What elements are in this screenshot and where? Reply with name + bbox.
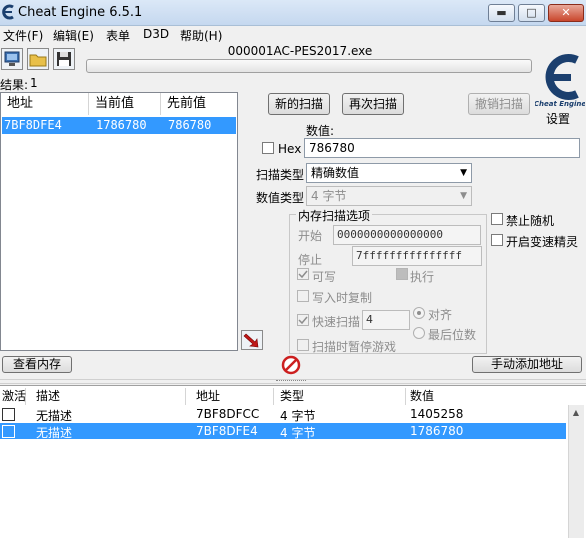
address-row[interactable]: 无描述 7BF8DFCC 4 字节 1405258: [0, 406, 566, 423]
column-header-address[interactable]: 地址: [186, 388, 274, 405]
menu-d3d[interactable]: D3D: [143, 27, 169, 41]
column-header-current-value[interactable]: 当前值: [89, 93, 161, 115]
splitter-grip: [276, 380, 306, 383]
scan-type-value: 精确数值: [311, 166, 360, 180]
new-scan-button[interactable]: 新的扫描: [268, 93, 330, 115]
next-scan-button[interactable]: 再次扫描: [342, 93, 404, 115]
save-button[interactable]: [53, 48, 75, 70]
row-type: 4 字节: [280, 409, 316, 423]
alignment-label: 对齐: [428, 308, 453, 322]
close-button[interactable]: ✕: [548, 4, 584, 22]
menu-help[interactable]: 帮助(H): [180, 27, 222, 44]
fast-scan-label: 快速扫描: [312, 315, 361, 329]
add-address-manually-button[interactable]: 手动添加地址: [472, 356, 582, 373]
speedhack-label: 开启变速精灵: [506, 235, 579, 249]
red-arrow-icon: [243, 333, 259, 348]
dropdown-arrow-icon: ▼: [460, 168, 467, 178]
fast-scan-alignment-field[interactable]: 4: [362, 310, 410, 330]
column-header-description[interactable]: 描述: [26, 388, 186, 405]
result-previous-value: 786780: [168, 118, 212, 132]
last-digits-label: 最后位数: [428, 328, 477, 342]
window-title: Cheat Engine 6.5.1: [18, 5, 143, 20]
scan-type-select[interactable]: 精确数值 ▼: [306, 163, 472, 183]
column-header-active[interactable]: 激活: [0, 388, 26, 405]
row-value: 1405258: [410, 407, 464, 421]
active-checkbox[interactable]: [2, 425, 15, 438]
maximize-button[interactable]: □: [518, 4, 545, 22]
hex-label: Hex: [278, 142, 302, 156]
executable-label: 执行: [410, 270, 435, 284]
value-type-label: 数值类型: [256, 191, 305, 205]
last-digits-radio[interactable]: [413, 327, 425, 339]
column-header-type[interactable]: 类型: [274, 388, 406, 405]
menu-edit[interactable]: 编辑(E): [53, 27, 94, 44]
address-row-selected[interactable]: 无描述 7BF8DFE4 4 字节 1786780: [0, 423, 566, 440]
alignment-radio[interactable]: [413, 307, 425, 319]
open-process-button[interactable]: [1, 48, 23, 70]
active-checkbox[interactable]: [2, 408, 15, 421]
writable-label: 可写: [312, 270, 337, 284]
fast-scan-checkbox[interactable]: [297, 314, 309, 326]
hex-checkbox[interactable]: [262, 142, 274, 154]
value-label: 数值:: [306, 124, 335, 138]
scroll-up-arrow-icon[interactable]: ▲: [569, 406, 583, 420]
undo-scan-button[interactable]: 撤销扫描: [468, 93, 530, 115]
checkmark-icon: [298, 270, 308, 279]
memory-scan-options-title: 内存扫描选项: [296, 207, 373, 224]
row-description: 无描述: [36, 409, 73, 423]
column-header-address[interactable]: 地址: [1, 93, 89, 115]
view-memory-button[interactable]: 查看内存: [2, 356, 72, 373]
speedhack-checkbox[interactable]: [491, 234, 503, 246]
row-description: 无描述: [36, 426, 73, 440]
result-address: 7BF8DFE4: [4, 118, 62, 132]
value-type-value: 4 字节: [311, 189, 347, 203]
pause-game-checkbox[interactable]: [297, 339, 309, 351]
scan-type-label: 扫描类型: [256, 168, 305, 182]
copy-on-write-label: 写入时复制: [312, 291, 373, 305]
cheat-engine-logo[interactable]: Cheat Engine: [535, 48, 585, 110]
settings-label[interactable]: 设置: [546, 110, 570, 127]
logo-text: Cheat Engine: [535, 100, 585, 108]
stop-address-label: 停止: [298, 253, 323, 267]
menu-table[interactable]: 表单: [106, 27, 130, 44]
writable-checkbox[interactable]: [297, 268, 309, 280]
vertical-scrollbar[interactable]: [568, 405, 584, 538]
copy-on-write-checkbox[interactable]: [297, 290, 309, 302]
stop-address-field[interactable]: 7fffffffffffffff: [352, 246, 482, 266]
add-to-list-button[interactable]: [241, 330, 263, 350]
result-count-label: 结果:: [0, 78, 29, 92]
column-header-value[interactable]: 数值: [406, 388, 568, 405]
open-file-button[interactable]: [27, 48, 49, 70]
row-type: 4 字节: [280, 426, 316, 440]
start-address-label: 开始: [298, 229, 323, 243]
pause-game-label: 扫描时暂停游戏: [312, 340, 397, 354]
folder-icon: [29, 54, 47, 67]
checkmark-icon: [298, 316, 308, 325]
computer-icon: [4, 51, 20, 66]
scan-progress-bar: [86, 59, 532, 73]
value-type-select[interactable]: 4 字节 ▼: [306, 186, 472, 206]
result-row[interactable]: 7BF8DFE4 1786780 786780: [2, 117, 236, 134]
result-current-value: 1786780: [96, 118, 147, 132]
no-random-label: 禁止随机: [506, 214, 555, 228]
process-name: 000001AC-PES2017.exe: [227, 44, 373, 58]
executable-checkbox[interactable]: [396, 268, 408, 280]
no-random-checkbox[interactable]: [491, 213, 503, 225]
row-address: 7BF8DFE4: [196, 424, 258, 438]
row-value: 1786780: [410, 424, 464, 438]
value-input[interactable]: 786780: [304, 138, 580, 158]
result-count: 1: [30, 76, 38, 90]
stop-icon[interactable]: [281, 355, 301, 375]
start-address-field[interactable]: 0000000000000000: [333, 225, 481, 245]
row-address: 7BF8DFCC: [196, 407, 260, 421]
minimize-button[interactable]: ▬: [488, 4, 515, 22]
column-header-previous-value[interactable]: 先前值: [161, 93, 235, 115]
floppy-disk-icon: [57, 52, 71, 66]
dropdown-arrow-icon: ▼: [460, 191, 467, 201]
cheat-engine-icon: [2, 4, 14, 20]
menu-file[interactable]: 文件(F): [3, 27, 43, 44]
